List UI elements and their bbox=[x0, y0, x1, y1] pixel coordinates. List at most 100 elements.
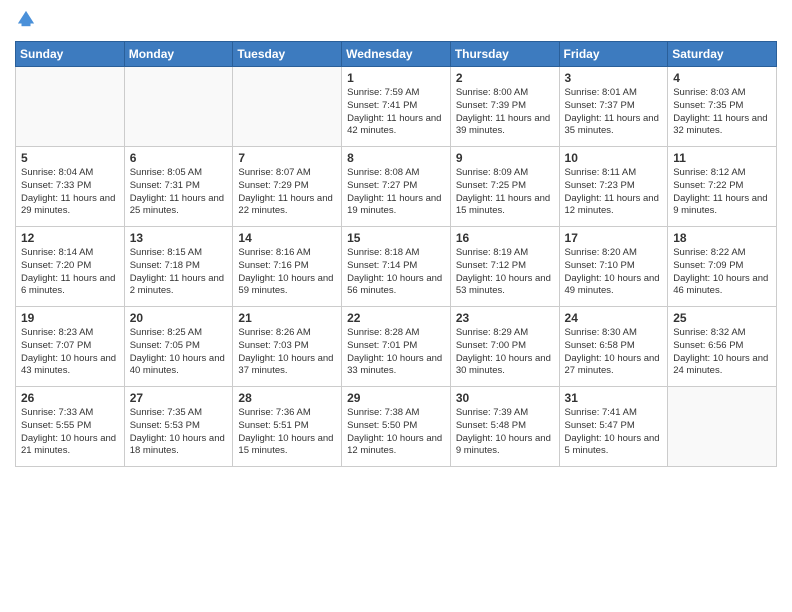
calendar-day: 17Sunrise: 8:20 AM Sunset: 7:10 PM Dayli… bbox=[559, 227, 668, 307]
calendar-day: 4 Sunrise: 8:03 AM Sunset: 7:35 PM Daylig… bbox=[668, 67, 777, 147]
day-info: Sunrise: 8:23 AM Sunset: 7:07 PM Dayligh… bbox=[21, 327, 119, 378]
weekday-header-thursday: Thursday bbox=[450, 42, 559, 67]
day-number: 14 bbox=[238, 231, 336, 245]
page: SundayMondayTuesdayWednesdayThursdayFrid… bbox=[0, 0, 792, 612]
calendar-day: 15 Sunrise: 8:18 AM Sunset: 7:14 PM Dayli… bbox=[342, 227, 451, 307]
weekday-header-sunday: Sunday bbox=[16, 42, 125, 67]
day-info: Sunrise: 8:03 AM Sunset: 7:35 PM Dayligh… bbox=[673, 87, 771, 138]
day-number: 27 bbox=[130, 391, 228, 405]
day-number: 3 bbox=[565, 71, 663, 85]
day-info: Sunrise: 8:28 AM Sunset: 7:01 PM Dayligh… bbox=[347, 327, 445, 378]
day-number: 13 bbox=[130, 231, 228, 245]
day-number: 18 bbox=[673, 231, 771, 245]
calendar-day: 22 Sunrise: 8:28 AM Sunset: 7:01 PM Dayli… bbox=[342, 307, 451, 387]
calendar-day: 30Sunrise: 7:39 AM Sunset: 5:48 PM Dayli… bbox=[450, 387, 559, 467]
calendar-table: SundayMondayTuesdayWednesdayThursdayFrid… bbox=[15, 41, 777, 467]
day-info: Sunrise: 8:22 AM Sunset: 7:09 PM Dayligh… bbox=[673, 247, 771, 298]
calendar-day: 12 Sunrise: 8:14 AM Sunset: 7:20 PM Dayli… bbox=[16, 227, 125, 307]
day-info: Sunrise: 8:09 AM Sunset: 7:25 PM Dayligh… bbox=[456, 167, 554, 218]
day-number: 2 bbox=[456, 71, 554, 85]
calendar-day: 9 Sunrise: 8:09 AM Sunset: 7:25 PM Daylig… bbox=[450, 147, 559, 227]
calendar-header: SundayMondayTuesdayWednesdayThursdayFrid… bbox=[16, 42, 777, 67]
day-number: 15 bbox=[347, 231, 445, 245]
day-number: 4 bbox=[673, 71, 771, 85]
calendar-body: 1 Sunrise: 7:59 AM Sunset: 7:41 PM Daylig… bbox=[16, 67, 777, 467]
day-number: 20 bbox=[130, 311, 228, 325]
logo-icon bbox=[17, 10, 35, 28]
calendar-day: 21 Sunrise: 8:26 AM Sunset: 7:03 PM Dayli… bbox=[233, 307, 342, 387]
day-info: Sunrise: 7:36 AM Sunset: 5:51 PM Dayligh… bbox=[238, 407, 336, 458]
day-number: 29 bbox=[347, 391, 445, 405]
calendar-day: 25Sunrise: 8:32 AM Sunset: 6:56 PM Dayli… bbox=[668, 307, 777, 387]
header bbox=[15, 10, 777, 33]
logo bbox=[15, 10, 39, 33]
day-info: Sunrise: 8:12 AM Sunset: 7:22 PM Dayligh… bbox=[673, 167, 771, 218]
calendar-week-4: 19 Sunrise: 8:23 AM Sunset: 7:07 PM Dayli… bbox=[16, 307, 777, 387]
weekday-header-saturday: Saturday bbox=[668, 42, 777, 67]
day-info: Sunrise: 7:35 AM Sunset: 5:53 PM Dayligh… bbox=[130, 407, 228, 458]
day-number: 22 bbox=[347, 311, 445, 325]
weekday-header-tuesday: Tuesday bbox=[233, 42, 342, 67]
calendar-week-1: 1 Sunrise: 7:59 AM Sunset: 7:41 PM Daylig… bbox=[16, 67, 777, 147]
day-number: 28 bbox=[238, 391, 336, 405]
calendar-day: 13 Sunrise: 8:15 AM Sunset: 7:18 PM Dayli… bbox=[124, 227, 233, 307]
calendar-day: 29 Sunrise: 7:38 AM Sunset: 5:50 PM Dayli… bbox=[342, 387, 451, 467]
calendar-day: 2 Sunrise: 8:00 AM Sunset: 7:39 PM Daylig… bbox=[450, 67, 559, 147]
day-number: 19 bbox=[21, 311, 119, 325]
calendar-day: 24 Sunrise: 8:30 AM Sunset: 6:58 PM Dayli… bbox=[559, 307, 668, 387]
day-info: Sunrise: 7:38 AM Sunset: 5:50 PM Dayligh… bbox=[347, 407, 445, 458]
day-number: 10 bbox=[565, 151, 663, 165]
calendar-day: 28 Sunrise: 7:36 AM Sunset: 5:51 PM Dayli… bbox=[233, 387, 342, 467]
calendar-day: 7 Sunrise: 8:07 AM Sunset: 7:29 PM Daylig… bbox=[233, 147, 342, 227]
day-info: Sunrise: 8:15 AM Sunset: 7:18 PM Dayligh… bbox=[130, 247, 228, 298]
calendar-day bbox=[124, 67, 233, 147]
calendar-day: 18 Sunrise: 8:22 AM Sunset: 7:09 PM Dayli… bbox=[668, 227, 777, 307]
day-number: 12 bbox=[21, 231, 119, 245]
day-info: Sunrise: 8:04 AM Sunset: 7:33 PM Dayligh… bbox=[21, 167, 119, 218]
day-info: Sunrise: 8:08 AM Sunset: 7:27 PM Dayligh… bbox=[347, 167, 445, 218]
weekday-header-monday: Monday bbox=[124, 42, 233, 67]
day-number: 23 bbox=[456, 311, 554, 325]
day-info: Sunrise: 8:07 AM Sunset: 7:29 PM Dayligh… bbox=[238, 167, 336, 218]
day-info: Sunrise: 8:30 AM Sunset: 6:58 PM Dayligh… bbox=[565, 327, 663, 378]
calendar-day: 31 Sunrise: 7:41 AM Sunset: 5:47 PM Dayli… bbox=[559, 387, 668, 467]
day-number: 24 bbox=[565, 311, 663, 325]
calendar-day: 5 Sunrise: 8:04 AM Sunset: 7:33 PM Daylig… bbox=[16, 147, 125, 227]
calendar-day: 6Sunrise: 8:05 AM Sunset: 7:31 PM Daylig… bbox=[124, 147, 233, 227]
day-info: Sunrise: 7:59 AM Sunset: 7:41 PM Dayligh… bbox=[347, 87, 445, 138]
day-number: 17 bbox=[565, 231, 663, 245]
day-info: Sunrise: 8:00 AM Sunset: 7:39 PM Dayligh… bbox=[456, 87, 554, 138]
day-info: Sunrise: 8:26 AM Sunset: 7:03 PM Dayligh… bbox=[238, 327, 336, 378]
weekday-header-row: SundayMondayTuesdayWednesdayThursdayFrid… bbox=[16, 42, 777, 67]
day-number: 5 bbox=[21, 151, 119, 165]
day-info: Sunrise: 8:14 AM Sunset: 7:20 PM Dayligh… bbox=[21, 247, 119, 298]
calendar-day: 11 Sunrise: 8:12 AM Sunset: 7:22 PM Dayli… bbox=[668, 147, 777, 227]
day-info: Sunrise: 7:33 AM Sunset: 5:55 PM Dayligh… bbox=[21, 407, 119, 458]
weekday-header-wednesday: Wednesday bbox=[342, 42, 451, 67]
calendar-week-3: 12 Sunrise: 8:14 AM Sunset: 7:20 PM Dayli… bbox=[16, 227, 777, 307]
calendar-day: 3 Sunrise: 8:01 AM Sunset: 7:37 PM Daylig… bbox=[559, 67, 668, 147]
day-number: 9 bbox=[456, 151, 554, 165]
day-number: 8 bbox=[347, 151, 445, 165]
calendar-day: 14 Sunrise: 8:16 AM Sunset: 7:16 PM Dayli… bbox=[233, 227, 342, 307]
day-info: Sunrise: 8:16 AM Sunset: 7:16 PM Dayligh… bbox=[238, 247, 336, 298]
day-info: Sunrise: 8:05 AM Sunset: 7:31 PM Dayligh… bbox=[130, 167, 228, 218]
calendar-week-2: 5 Sunrise: 8:04 AM Sunset: 7:33 PM Daylig… bbox=[16, 147, 777, 227]
weekday-header-friday: Friday bbox=[559, 42, 668, 67]
day-info: Sunrise: 7:41 AM Sunset: 5:47 PM Dayligh… bbox=[565, 407, 663, 458]
calendar-day bbox=[233, 67, 342, 147]
day-info: Sunrise: 8:25 AM Sunset: 7:05 PM Dayligh… bbox=[130, 327, 228, 378]
day-number: 31 bbox=[565, 391, 663, 405]
day-number: 11 bbox=[673, 151, 771, 165]
calendar-day: 8 Sunrise: 8:08 AM Sunset: 7:27 PM Daylig… bbox=[342, 147, 451, 227]
day-number: 7 bbox=[238, 151, 336, 165]
calendar-day: 19 Sunrise: 8:23 AM Sunset: 7:07 PM Dayli… bbox=[16, 307, 125, 387]
calendar-day: 16Sunrise: 8:19 AM Sunset: 7:12 PM Dayli… bbox=[450, 227, 559, 307]
calendar-day: 23Sunrise: 8:29 AM Sunset: 7:00 PM Dayli… bbox=[450, 307, 559, 387]
day-info: Sunrise: 8:19 AM Sunset: 7:12 PM Dayligh… bbox=[456, 247, 554, 298]
day-info: Sunrise: 8:01 AM Sunset: 7:37 PM Dayligh… bbox=[565, 87, 663, 138]
calendar-day: 10Sunrise: 8:11 AM Sunset: 7:23 PM Dayli… bbox=[559, 147, 668, 227]
day-number: 1 bbox=[347, 71, 445, 85]
day-info: Sunrise: 8:18 AM Sunset: 7:14 PM Dayligh… bbox=[347, 247, 445, 298]
day-number: 21 bbox=[238, 311, 336, 325]
